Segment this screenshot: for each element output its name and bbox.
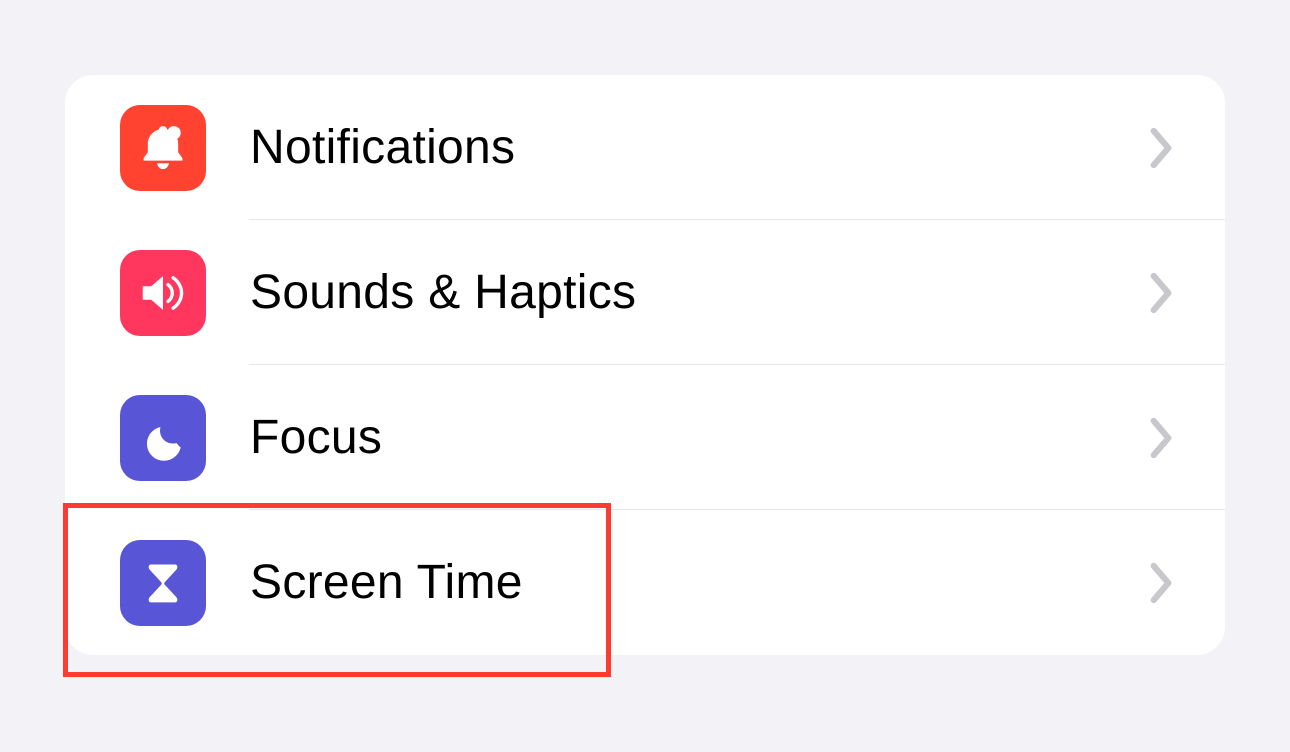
focus-icon — [120, 395, 206, 481]
notifications-icon — [120, 105, 206, 191]
sounds-icon — [120, 250, 206, 336]
chevron-right-icon — [1147, 561, 1175, 605]
settings-row-sounds[interactable]: Sounds & Haptics — [65, 220, 1225, 365]
chevron-right-icon — [1147, 416, 1175, 460]
settings-row-label: Notifications — [250, 120, 1147, 175]
settings-row-label: Focus — [250, 410, 1147, 465]
chevron-right-icon — [1147, 126, 1175, 170]
settings-row-screen-time[interactable]: Screen Time — [65, 510, 1225, 655]
settings-row-label: Screen Time — [250, 555, 1147, 610]
settings-row-label: Sounds & Haptics — [250, 265, 1147, 320]
settings-row-notifications[interactable]: Notifications — [65, 75, 1225, 220]
settings-row-focus[interactable]: Focus — [65, 365, 1225, 510]
screen-time-icon — [120, 540, 206, 626]
chevron-right-icon — [1147, 271, 1175, 315]
settings-group: Notifications Sounds & Haptics — [65, 75, 1225, 655]
